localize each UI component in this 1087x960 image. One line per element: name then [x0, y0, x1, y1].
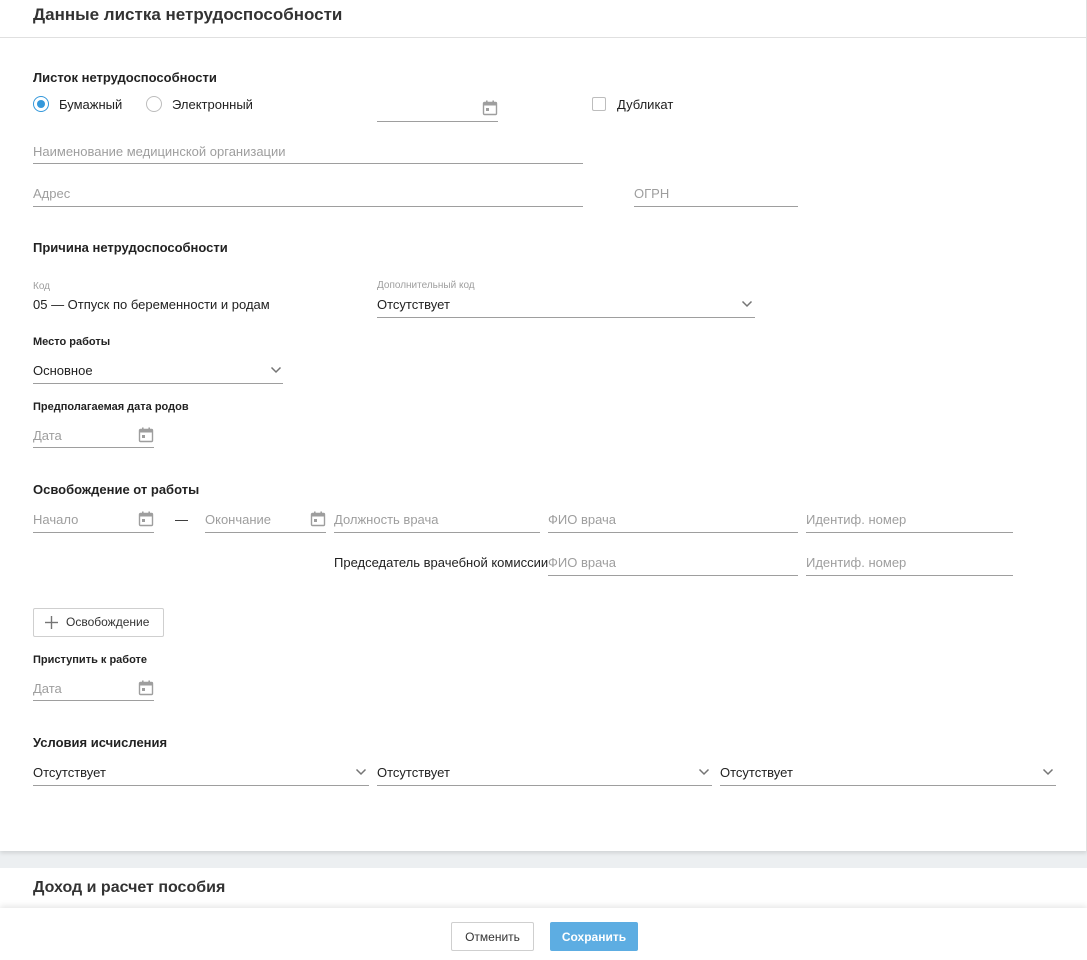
doctor-name-placeholder[interactable]: ФИО врача: [548, 512, 616, 527]
radio-electronic[interactable]: [146, 96, 162, 112]
chevron-down-icon[interactable]: [355, 768, 367, 776]
address-placeholder[interactable]: Адрес: [33, 186, 70, 201]
chevron-down-icon[interactable]: [1042, 768, 1054, 776]
doctor-position-placeholder[interactable]: Должность врача: [334, 512, 439, 527]
chevron-down-icon[interactable]: [741, 300, 753, 308]
add-release-button[interactable]: Освобождение: [33, 608, 164, 637]
workplace-value[interactable]: Основное: [33, 363, 93, 378]
release-start-placeholder[interactable]: Начало: [33, 512, 78, 527]
sick-leave-card: Данные листка нетрудоспособности Листок …: [0, 0, 1087, 851]
calendar-icon[interactable]: [310, 511, 326, 527]
radio-paper[interactable]: [33, 96, 49, 112]
chevron-down-icon[interactable]: [270, 366, 282, 374]
sheet-section-title: Листок нетрудоспособности: [33, 70, 217, 85]
calendar-icon[interactable]: [138, 427, 154, 443]
plus-icon: [45, 616, 58, 629]
release-end-placeholder[interactable]: Окончание: [205, 512, 271, 527]
chairman-name-placeholder[interactable]: ФИО врача: [548, 555, 616, 570]
extra-code-label: Дополнительный код: [377, 280, 475, 291]
chairman-label: Председатель врачебной комиссии: [334, 555, 549, 570]
calendar-icon[interactable]: [138, 680, 154, 696]
card-header: Данные листка нетрудоспособности: [0, 0, 1086, 38]
release-section-title: Освобождение от работы: [33, 482, 200, 497]
radio-paper-label[interactable]: Бумажный: [59, 97, 122, 112]
duplicate-label[interactable]: Дубликат: [617, 97, 673, 112]
calendar-icon[interactable]: [138, 511, 154, 527]
ogrn-placeholder[interactable]: ОГРН: [634, 186, 669, 201]
code-value: 05 — Отпуск по беременности и родам: [33, 297, 270, 312]
return-to-work-label: Приступить к работе: [33, 654, 148, 666]
code-label: Код: [33, 281, 51, 292]
calc-condition-value[interactable]: Отсутствует: [33, 765, 106, 780]
duplicate-checkbox[interactable]: [592, 97, 606, 111]
org-name-placeholder[interactable]: Наименование медицинской организации: [33, 144, 286, 159]
add-release-label: Освобождение: [66, 615, 150, 629]
calc-conditions-title: Условия исчисления: [33, 735, 168, 750]
reason-section-title: Причина нетрудоспособности: [33, 240, 228, 255]
range-dash: —: [175, 512, 188, 527]
calendar-icon[interactable]: [482, 100, 498, 116]
calc-condition-value[interactable]: Отсутствует: [720, 765, 793, 780]
workplace-label: Место работы: [33, 336, 111, 348]
income-title: Доход и расчет пособия: [33, 879, 226, 896]
cancel-button[interactable]: Отменить: [451, 922, 534, 951]
doctor-id-placeholder[interactable]: Идентиф. номер: [806, 512, 906, 527]
radio-electronic-label[interactable]: Электронный: [172, 97, 253, 112]
chairman-id-placeholder[interactable]: Идентиф. номер: [806, 555, 906, 570]
save-button[interactable]: Сохранить: [550, 922, 638, 951]
return-to-work-placeholder[interactable]: Дата: [33, 681, 62, 696]
calc-condition-value[interactable]: Отсутствует: [377, 765, 450, 780]
card-title: Данные листка нетрудоспособности: [33, 5, 343, 24]
due-date-label: Предполагаемая дата родов: [33, 401, 189, 413]
due-date-placeholder[interactable]: Дата: [33, 428, 62, 443]
chevron-down-icon[interactable]: [698, 768, 710, 776]
footer-bar: Отменить Сохранить: [0, 908, 1087, 960]
extra-code-value[interactable]: Отсутствует: [377, 297, 450, 312]
